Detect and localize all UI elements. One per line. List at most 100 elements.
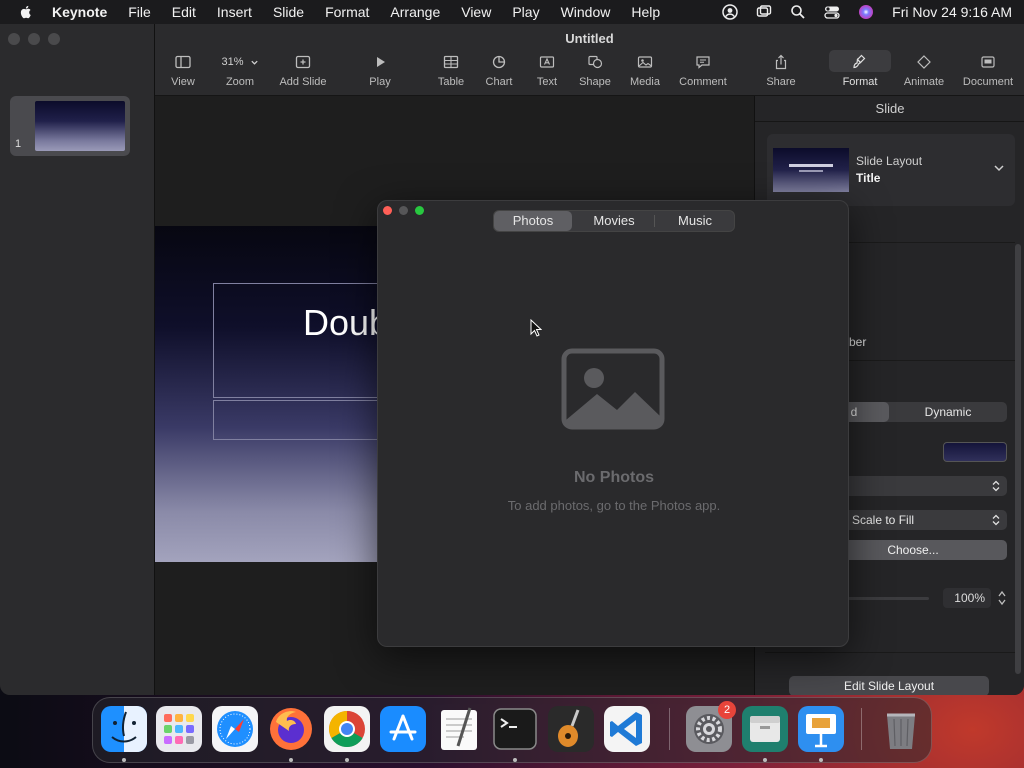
dock-launchpad[interactable] [156, 706, 202, 752]
mouse-pointer-icon [530, 319, 542, 337]
color-swatch[interactable] [943, 442, 1007, 462]
finder-icon [101, 706, 147, 752]
media-button[interactable]: Media [627, 54, 663, 88]
view-label: View [171, 76, 195, 88]
control-center-icon[interactable] [824, 4, 840, 20]
slide-thumbnail[interactable] [35, 101, 125, 151]
dock-vscode[interactable] [604, 706, 650, 752]
toolbar: Untitled View 31% Zoom Add Slide Play Ta… [155, 24, 1024, 96]
shape-button[interactable]: Shape [577, 54, 613, 88]
close-button[interactable] [8, 33, 20, 45]
dock-textedit[interactable] [436, 706, 482, 752]
dock-keynote[interactable] [798, 706, 844, 752]
siri-icon[interactable] [858, 4, 874, 20]
edit-slide-layout-button[interactable]: Edit Slide Layout [789, 676, 989, 695]
minimize-button[interactable] [399, 206, 408, 215]
menu-help[interactable]: Help [631, 4, 660, 20]
slide-layout-label: Slide Layout [856, 154, 923, 168]
notification-badge: 2 [718, 701, 736, 719]
menu-view[interactable]: View [461, 4, 491, 20]
menu-bar: Keynote File Edit Insert Slide Format Ar… [0, 0, 1024, 24]
apple-logo-icon[interactable] [18, 4, 34, 20]
inspector-scrollbar[interactable] [1015, 244, 1021, 674]
dock-garageband[interactable] [548, 706, 594, 752]
running-indicator [513, 758, 517, 762]
spotlight-search-icon[interactable] [790, 4, 806, 20]
dock-trash[interactable] [878, 706, 924, 752]
dock-separator [861, 708, 862, 750]
document-button[interactable]: Document [959, 54, 1017, 88]
share-button[interactable]: Share [763, 54, 799, 88]
archive-icon [742, 706, 788, 752]
play-button[interactable]: Play [367, 54, 393, 88]
menu-file[interactable]: File [128, 4, 151, 20]
running-indicator [763, 758, 767, 762]
document-label: Document [962, 76, 1014, 88]
close-button[interactable] [383, 206, 392, 215]
menu-app-keynote[interactable]: Keynote [52, 4, 107, 20]
window-controls [8, 33, 60, 45]
menu-edit[interactable]: Edit [172, 4, 196, 20]
zoom-menu[interactable]: 31% Zoom [213, 54, 267, 88]
dock-finder[interactable] [101, 706, 147, 752]
empty-state-title: No Photos [574, 469, 654, 486]
menu-arrange[interactable]: Arrange [390, 4, 440, 20]
dock-terminal[interactable] [492, 706, 538, 752]
dock-chrome[interactable] [324, 706, 370, 752]
segment-dynamic[interactable]: Dynamic [889, 405, 1007, 419]
document-title: Untitled [565, 31, 614, 46]
zoom-popup[interactable]: 31% [213, 54, 267, 70]
animate-icon [917, 55, 931, 69]
screen-mirroring-icon[interactable] [756, 4, 772, 20]
add-slide-label: Add Slide [279, 76, 327, 88]
zoom-value: 31% [221, 56, 244, 68]
zoom-button[interactable] [48, 33, 60, 45]
animate-label: Animate [903, 76, 945, 88]
menu-slide[interactable]: Slide [273, 4, 304, 20]
opacity-stepper[interactable] [996, 588, 1008, 608]
menu-insert[interactable]: Insert [217, 4, 252, 20]
menu-play[interactable]: Play [512, 4, 539, 20]
dock-firefox[interactable] [268, 706, 314, 752]
play-icon [377, 57, 385, 67]
tab-movies[interactable]: Movies [574, 211, 654, 231]
sidebar-view-icon [175, 55, 191, 69]
user-account-icon[interactable] [722, 4, 738, 20]
animate-button[interactable]: Animate [901, 54, 947, 88]
menu-window[interactable]: Window [561, 4, 611, 20]
app-store-icon [380, 706, 426, 752]
scale-mode-value: Scale to Fill [852, 513, 915, 527]
slide-navigator: 1 [0, 24, 155, 695]
chart-button[interactable]: Chart [483, 54, 515, 88]
garageband-icon [548, 706, 594, 752]
running-indicator [345, 758, 349, 762]
chart-icon [492, 55, 506, 69]
menu-format[interactable]: Format [325, 4, 369, 20]
slide-layout-selector[interactable]: Slide Layout Title [767, 134, 1015, 206]
running-indicator [819, 758, 823, 762]
view-button[interactable]: View [169, 54, 197, 88]
tab-photos[interactable]: Photos [494, 211, 572, 231]
comment-button[interactable]: Comment [675, 54, 731, 88]
updown-arrows-icon [992, 480, 1000, 492]
dock-archive-utility[interactable] [742, 706, 788, 752]
window-controls [383, 206, 424, 215]
tab-music[interactable]: Music [655, 211, 735, 231]
format-button[interactable]: Format [839, 54, 881, 88]
firefox-icon [270, 708, 312, 750]
comment-label: Comment [679, 76, 727, 88]
menu-extras: Fri Nov 24 9:16 AM [722, 4, 1012, 20]
table-icon [443, 55, 459, 69]
menu-clock[interactable]: Fri Nov 24 9:16 AM [892, 4, 1012, 20]
zoom-label: Zoom [225, 76, 255, 88]
add-slide-icon [295, 55, 311, 69]
minimize-button[interactable] [28, 33, 40, 45]
table-button[interactable]: Table [435, 54, 467, 88]
dock-safari[interactable] [212, 706, 258, 752]
zoom-button[interactable] [415, 206, 424, 215]
opacity-value[interactable]: 100% [943, 588, 991, 608]
media-browser-popover: Photos Movies Music No Photos To add pho… [377, 200, 849, 647]
add-slide-button[interactable]: Add Slide [277, 54, 329, 88]
text-button[interactable]: Text [533, 54, 561, 88]
dock-app-store[interactable] [380, 706, 426, 752]
